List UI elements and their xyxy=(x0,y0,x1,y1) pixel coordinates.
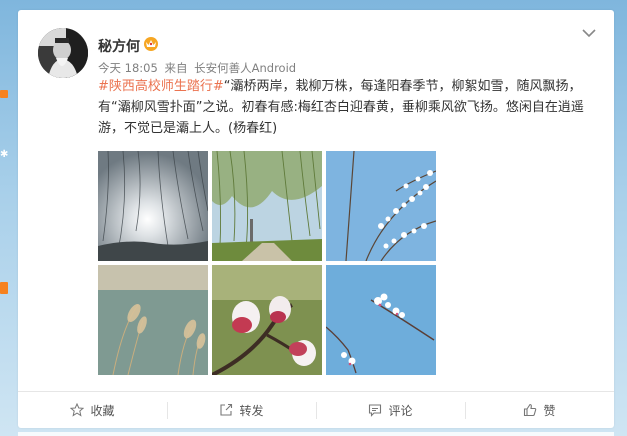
next-card-edge xyxy=(18,432,614,436)
topic-link[interactable]: #陕西高校师生踏行# xyxy=(98,79,224,94)
username-link[interactable]: 秘方何 xyxy=(98,36,140,56)
thumbnail-reeds-river[interactable] xyxy=(98,265,208,375)
thumbnail-white-blossoms[interactable] xyxy=(326,151,436,261)
chevron-down-icon[interactable] xyxy=(582,28,596,38)
share-icon xyxy=(220,403,233,416)
favorite-label: 收藏 xyxy=(90,403,115,418)
weibo-post-card: 秘方何 今天 18:05 来自 长安何善人Android #陕西高校师生踏行#“… xyxy=(18,10,614,428)
post-text: #陕西高校师生踏行#“灞桥两岸，栽柳万株，每逢阳春季节，柳絮如雪，随风飘扬，有“… xyxy=(98,76,598,139)
post-meta: 今天 18:05 来自 长安何善人Android xyxy=(98,60,296,76)
side-gear-icon: ✱ xyxy=(0,149,9,160)
source-prefix: 来自 xyxy=(164,61,188,75)
avatar[interactable] xyxy=(38,28,88,78)
comment-label: 评论 xyxy=(388,403,413,418)
like-label: 赞 xyxy=(543,403,556,418)
thumbs-up-icon xyxy=(524,403,537,417)
thumbnail-peach-buds[interactable] xyxy=(212,265,322,375)
like-button[interactable]: 赞 xyxy=(465,392,614,429)
vip-crown-icon[interactable] xyxy=(143,35,159,51)
comment-icon xyxy=(369,404,382,417)
post-time[interactable]: 今天 18:05 xyxy=(98,61,158,75)
side-marker xyxy=(0,282,8,294)
favorite-button[interactable]: 收藏 xyxy=(18,392,167,429)
thumbnail-willow-sun[interactable] xyxy=(98,151,208,261)
star-icon xyxy=(70,403,85,417)
thumbnail-willow-path[interactable] xyxy=(212,151,322,261)
comment-button[interactable]: 评论 xyxy=(316,392,465,429)
action-toolbar: 收藏 转发 评论 赞 xyxy=(18,391,614,428)
repost-button[interactable]: 转发 xyxy=(167,392,316,429)
side-marker xyxy=(0,90,8,98)
thumbnail-blossom-branch[interactable] xyxy=(326,265,436,375)
repost-label: 转发 xyxy=(239,403,264,418)
post-source[interactable]: 长安何善人Android xyxy=(194,61,296,75)
